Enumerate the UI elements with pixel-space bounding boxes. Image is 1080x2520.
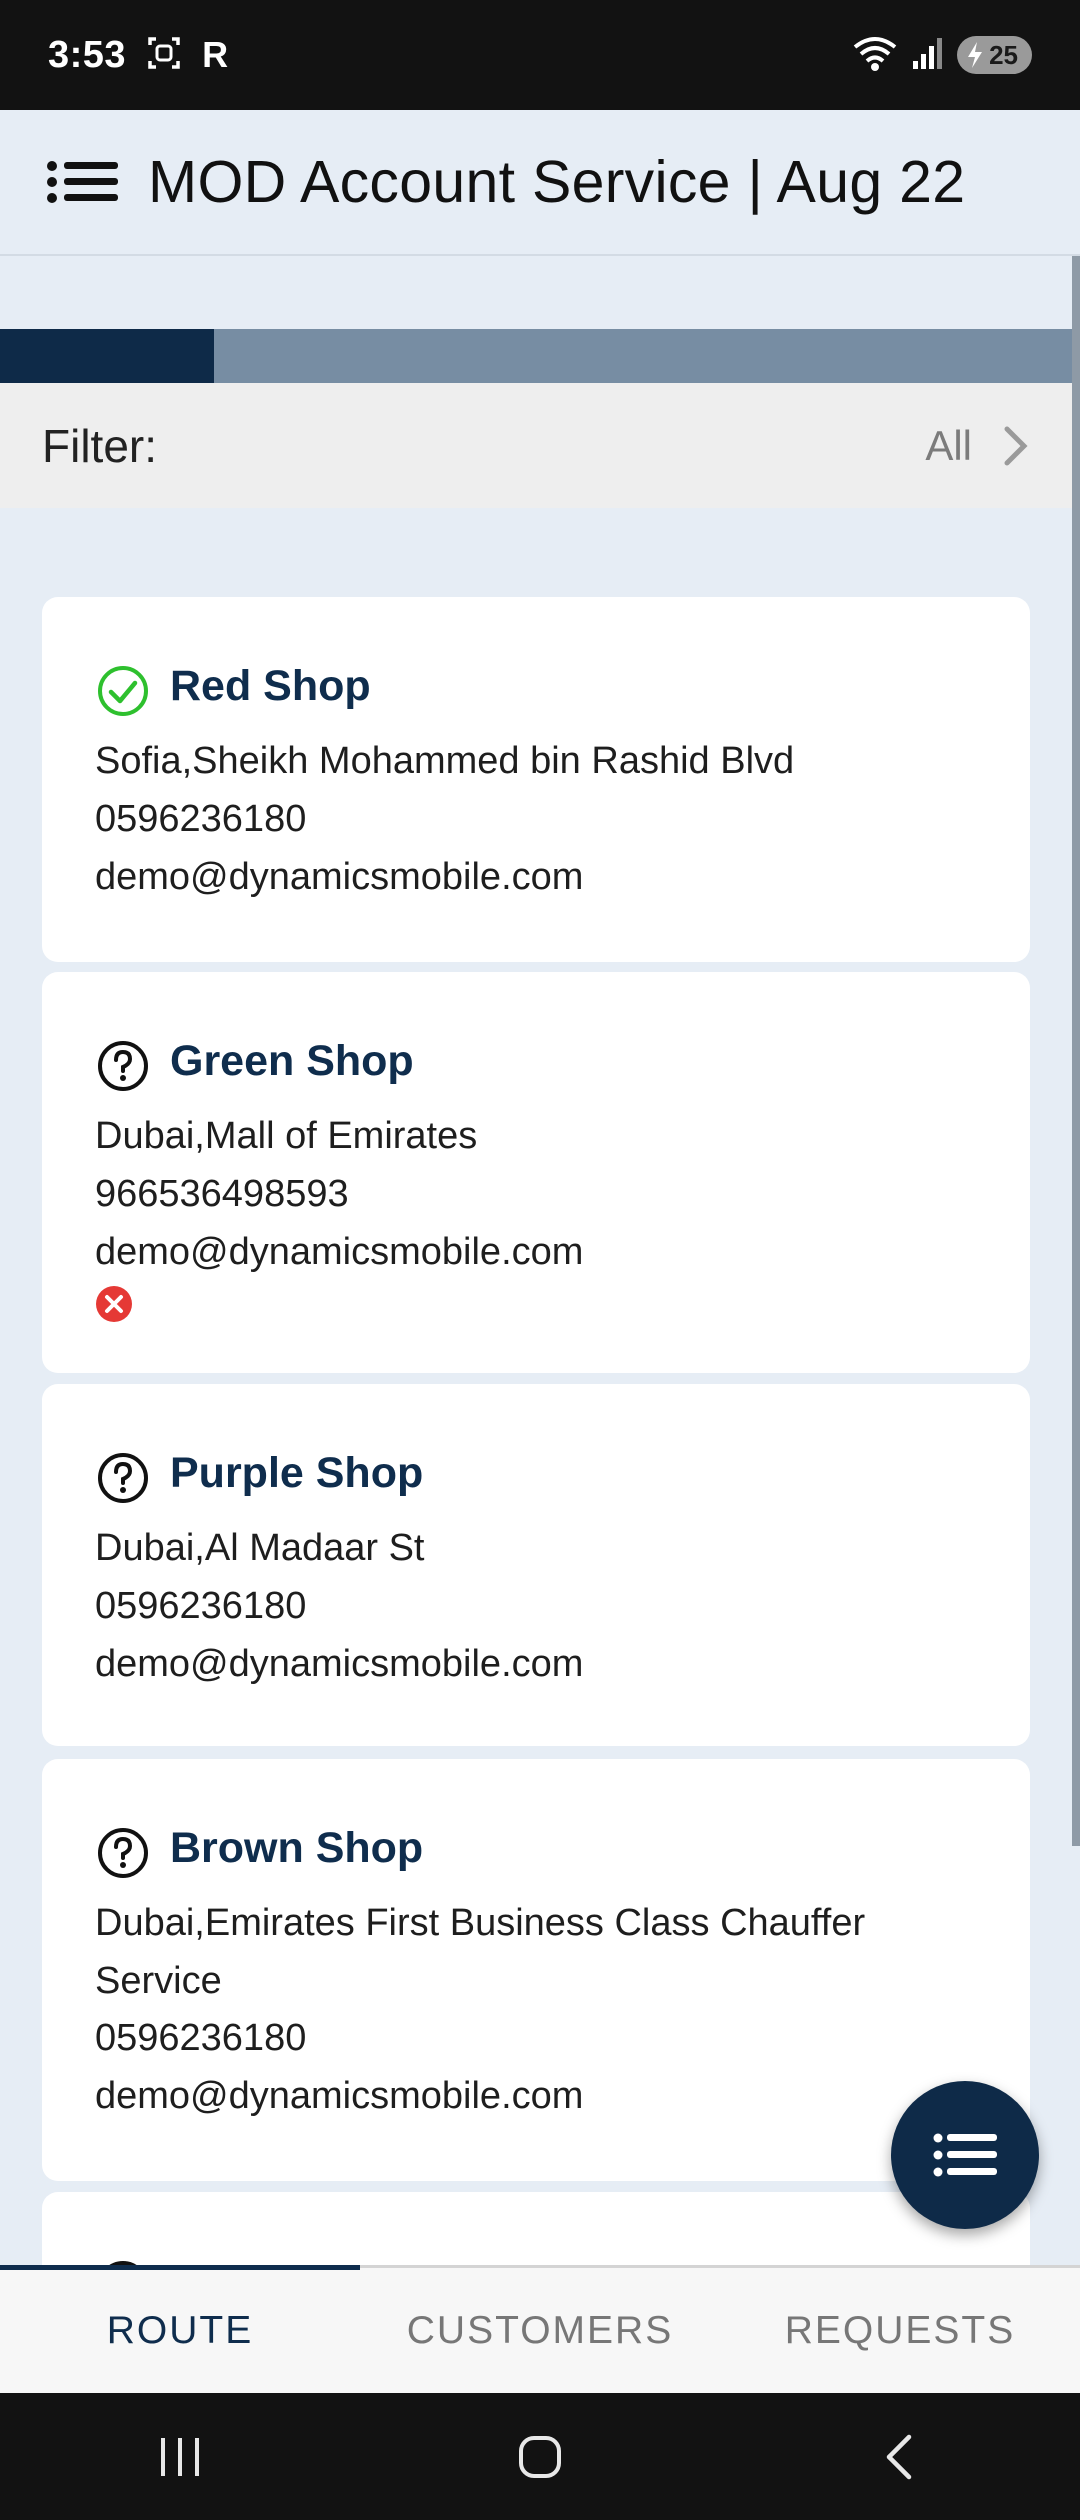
customer-name: Brown Shop [170, 1824, 424, 1872]
chevron-right-icon [1004, 426, 1028, 465]
wifi-icon [851, 33, 899, 78]
tab-route[interactable]: ROUTE [0, 2265, 360, 2393]
list-menu-fab-button[interactable] [891, 2081, 1039, 2229]
customer-email: demo@dynamicsmobile.com [95, 856, 584, 898]
menu-icon[interactable] [46, 158, 120, 206]
customer-email: demo@dynamicsmobile.com [95, 1231, 584, 1273]
status-letter: R [202, 34, 229, 75]
customer-address: Dubai,Al Madaar St [95, 1527, 425, 1569]
customer-phone: 0596236180 [95, 1585, 307, 1627]
tab-customers[interactable]: CUSTOMERS [360, 2268, 720, 2393]
question-circle-icon [98, 1453, 148, 1503]
battery-indicator: 25 [957, 36, 1032, 74]
customer-card[interactable]: Purple Shop Dubai,Al Madaar St 059623618… [42, 1384, 1030, 1746]
customer-name: Green Shop [170, 1037, 414, 1085]
customer-card[interactable]: Green Shop Dubai,Mall of Emirates 966536… [42, 972, 1030, 1373]
home-icon[interactable] [515, 2432, 565, 2482]
customer-card-partial[interactable] [42, 2192, 1030, 2272]
filter-row[interactable]: Filter: All [0, 383, 1072, 508]
customer-email: demo@dynamicsmobile.com [95, 1643, 584, 1685]
customer-phone: 0596236180 [95, 798, 307, 840]
filter-value: All [925, 421, 972, 469]
battery-level: 25 [989, 39, 1018, 70]
back-icon[interactable] [875, 2432, 925, 2482]
customer-name: Red Shop [170, 662, 371, 710]
progress-fill [0, 329, 215, 383]
tab-requests[interactable]: REQUESTS [720, 2268, 1080, 2393]
status-bar: 3:53 R 25 [0, 0, 1080, 110]
progress-bar [0, 329, 1072, 383]
customer-card[interactable]: Red Shop Sofia,Sheikh Mohammed bin Rashi… [42, 597, 1030, 962]
customer-email: demo@dynamicsmobile.com [95, 2075, 584, 2117]
app-bar: MOD Account Service | Aug 22 [0, 110, 1080, 256]
page-title: MOD Account Service | Aug 22 [148, 149, 966, 215]
customer-address-continued: Service [95, 1960, 222, 2002]
filter-label: Filter: [42, 419, 157, 472]
screenshot-icon [144, 33, 184, 78]
question-circle-icon [98, 1828, 148, 1878]
customer-address: Sofia,Sheikh Mohammed bin Rashid Blvd [95, 740, 795, 782]
customer-address: Dubai,Mall of Emirates [95, 1115, 478, 1157]
customer-phone: 0596236180 [95, 2017, 307, 2059]
check-circle-icon [98, 666, 148, 716]
customer-phone: 966536498593 [95, 1173, 349, 1215]
system-navigation-bar [0, 2393, 1080, 2520]
recent-apps-icon[interactable] [155, 2432, 205, 2482]
status-time: 3:53 [48, 33, 127, 76]
scrollbar[interactable] [1072, 256, 1080, 1846]
customer-name: Purple Shop [170, 1449, 424, 1497]
list-icon [933, 2133, 997, 2177]
customer-address: Dubai,Emirates First Business Class Chau… [95, 1902, 866, 1944]
customer-card[interactable]: Brown Shop Dubai,Emirates First Business… [42, 1759, 1030, 2181]
signal-icon [911, 35, 945, 76]
error-icon [96, 1286, 132, 1322]
bottom-navigation: ROUTE CUSTOMERS REQUESTS [0, 2265, 1080, 2393]
question-circle-icon [98, 1041, 148, 1091]
charging-icon [968, 42, 983, 68]
